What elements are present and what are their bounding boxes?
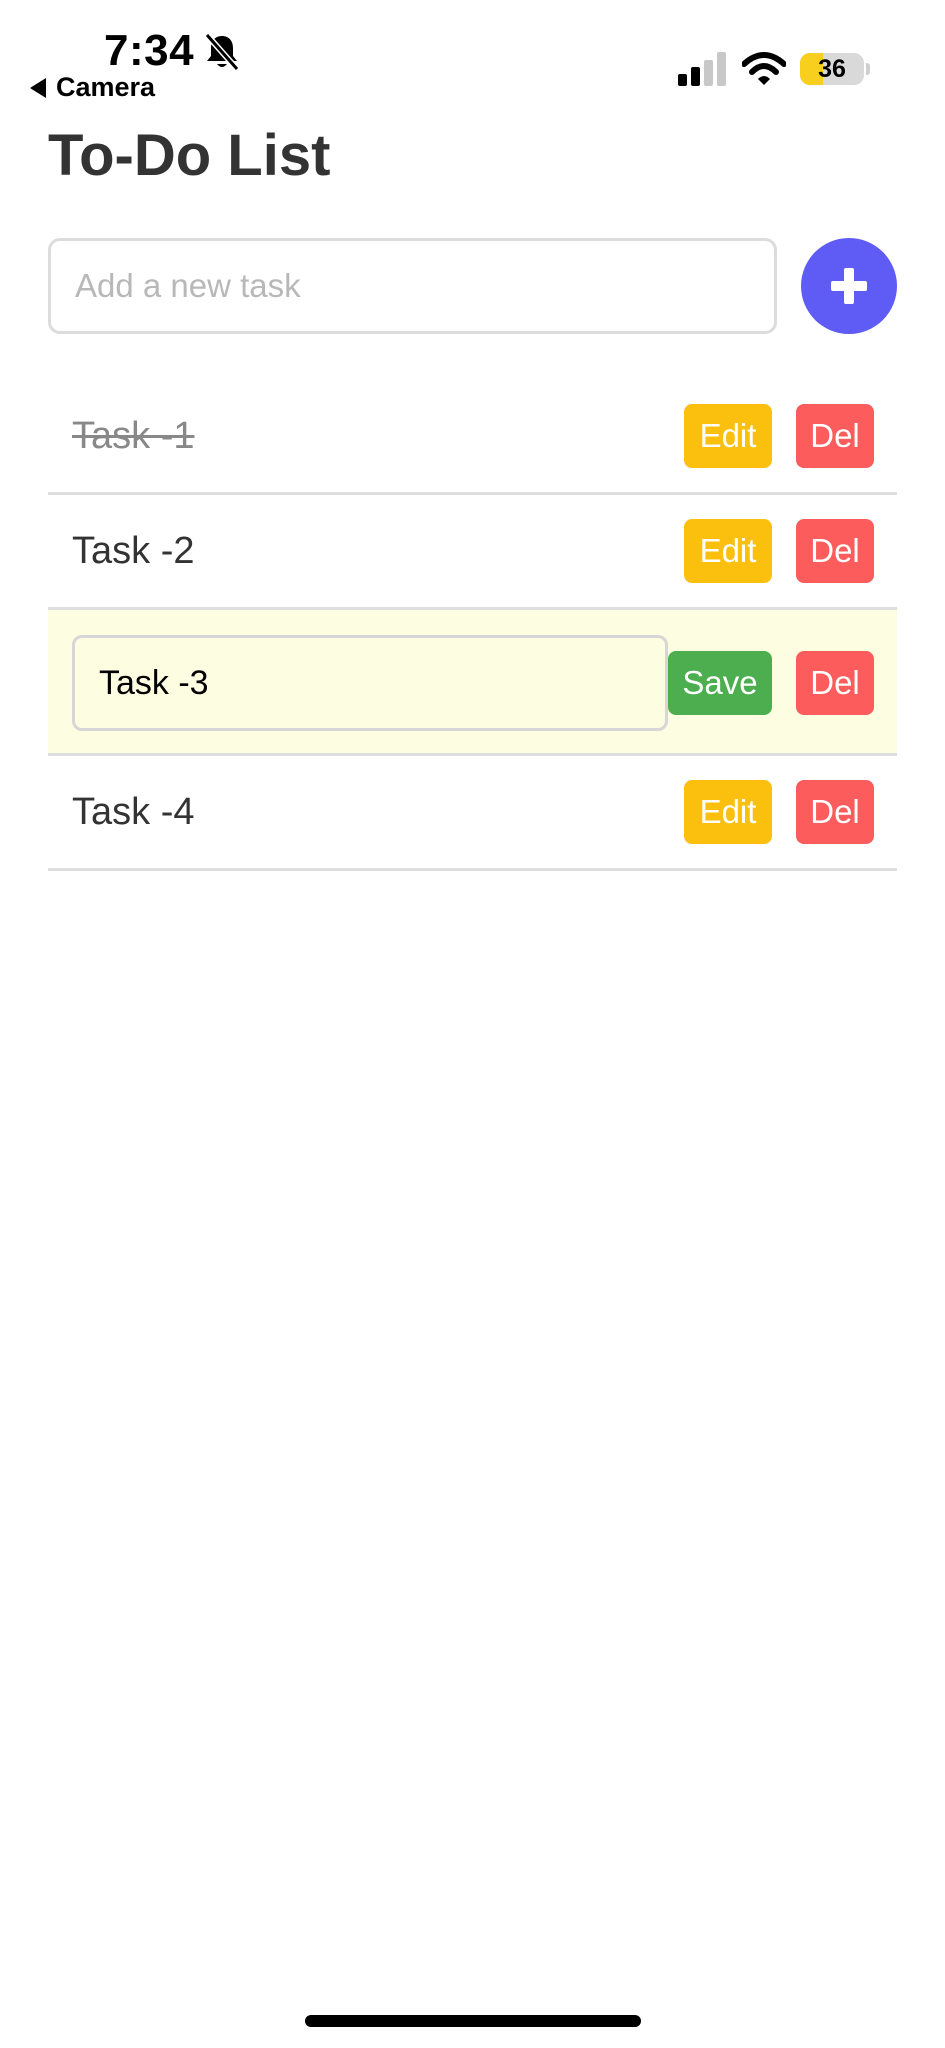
battery-icon: 36: [800, 53, 864, 85]
back-to-app-button[interactable]: Camera: [30, 72, 155, 103]
status-time: 7:34: [104, 26, 195, 75]
add-task-row: [48, 238, 897, 334]
new-task-input[interactable]: [48, 238, 777, 334]
add-task-button[interactable]: [801, 238, 897, 334]
back-triangle-icon: [30, 77, 46, 98]
delete-button[interactable]: Del: [796, 519, 874, 583]
status-bar: 7:34 Camera 36: [0, 0, 945, 110]
task-list: Task -1 Edit Del Task -2 Edit Del Save D…: [48, 380, 897, 871]
wifi-icon: [742, 52, 786, 85]
task-text[interactable]: Task -2: [72, 495, 194, 607]
save-button[interactable]: Save: [668, 651, 772, 715]
task-item: Task -2 Edit Del: [48, 495, 897, 610]
task-item: Task -1 Edit Del: [48, 380, 897, 495]
task-item: Task -4 Edit Del: [48, 756, 897, 871]
battery-level: 36: [818, 55, 846, 83]
delete-button[interactable]: Del: [796, 780, 874, 844]
edit-button[interactable]: Edit: [684, 780, 772, 844]
battery-cap: [866, 63, 870, 75]
delete-button[interactable]: Del: [796, 404, 874, 468]
home-indicator[interactable]: [305, 2015, 641, 2027]
cellular-signal-icon: [678, 52, 726, 86]
plus-icon: [831, 268, 867, 304]
page-title: To-Do List: [48, 123, 331, 188]
task-text[interactable]: Task -1: [72, 380, 194, 492]
back-app-label: Camera: [56, 72, 156, 102]
task-item-editing: Save Del: [48, 610, 897, 756]
edit-button[interactable]: Edit: [684, 519, 772, 583]
task-text[interactable]: Task -4: [72, 756, 194, 868]
edit-button[interactable]: Edit: [684, 404, 772, 468]
bell-slash-icon: [204, 33, 240, 71]
delete-button[interactable]: Del: [796, 651, 874, 715]
edit-task-input[interactable]: [72, 635, 668, 731]
